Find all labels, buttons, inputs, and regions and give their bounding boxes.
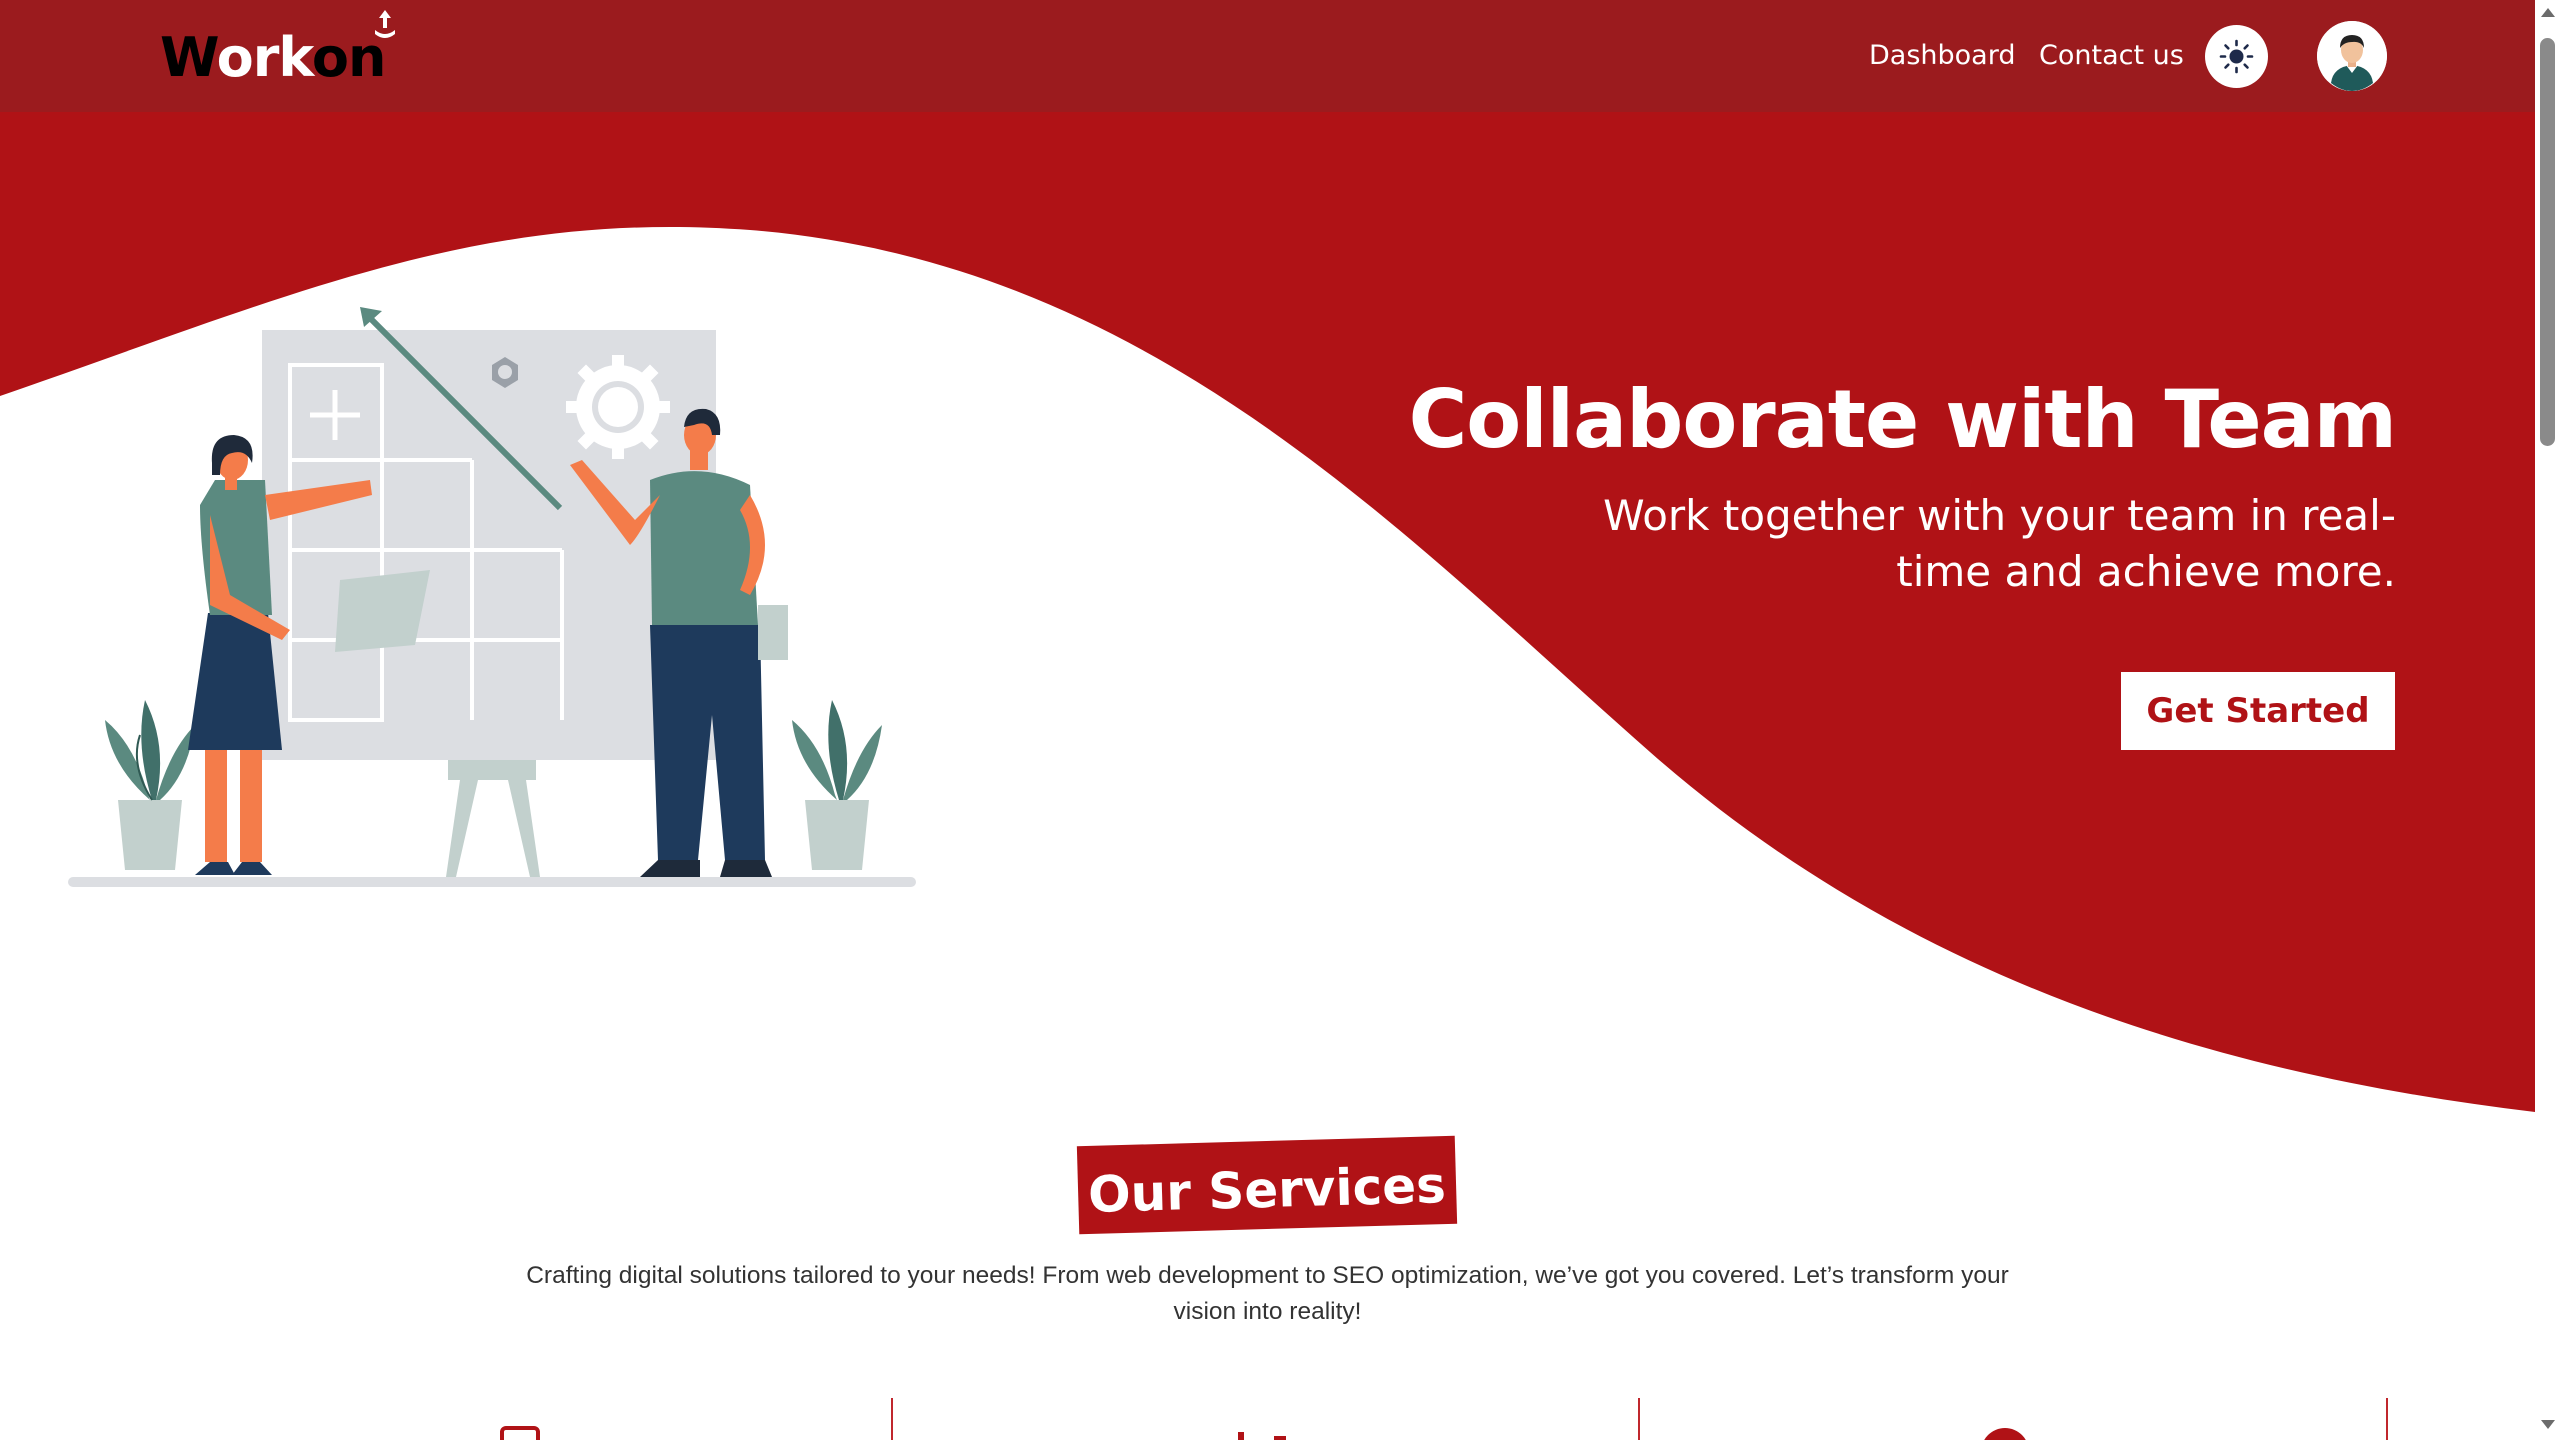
logo[interactable]: Workon: [160, 28, 386, 88]
team-collaboration-illustration: [68, 307, 916, 887]
scroll-down-arrow-icon[interactable]: [2541, 1420, 2555, 1429]
sun-icon: [2219, 39, 2254, 74]
hero-subtitle: Work together with your team in real-tim…: [1603, 491, 2396, 596]
nav-link-contact[interactable]: Contact us: [2039, 36, 2184, 76]
service-divider: [891, 1398, 893, 1440]
scrollbar-thumb[interactable]: [2540, 38, 2555, 446]
service-divider: [2386, 1398, 2388, 1440]
nav-link-dashboard[interactable]: Dashboard: [1869, 36, 2015, 76]
theme-toggle-button[interactable]: [2205, 25, 2268, 88]
services-title: Our Services: [1087, 1156, 1447, 1224]
hero-title: Collaborate with Team: [1408, 373, 2397, 466]
vertical-scrollbar[interactable]: [2535, 0, 2560, 1440]
navbar: Workon Dashboard Contact us: [0, 0, 2535, 112]
user-avatar-icon: [2317, 21, 2387, 91]
device-icon: [500, 1426, 540, 1440]
service-divider: [1638, 1398, 1640, 1440]
get-started-button[interactable]: Get Started: [2121, 672, 2395, 750]
scroll-up-arrow-icon[interactable]: [2541, 8, 2555, 17]
user-avatar[interactable]: [2317, 21, 2387, 91]
services-description: Crafting digital solutions tailored to y…: [526, 1262, 2009, 1325]
chart-icon: [1238, 1432, 1286, 1440]
upload-arrow-icon: [375, 10, 395, 38]
target-icon: [1984, 1428, 2026, 1440]
